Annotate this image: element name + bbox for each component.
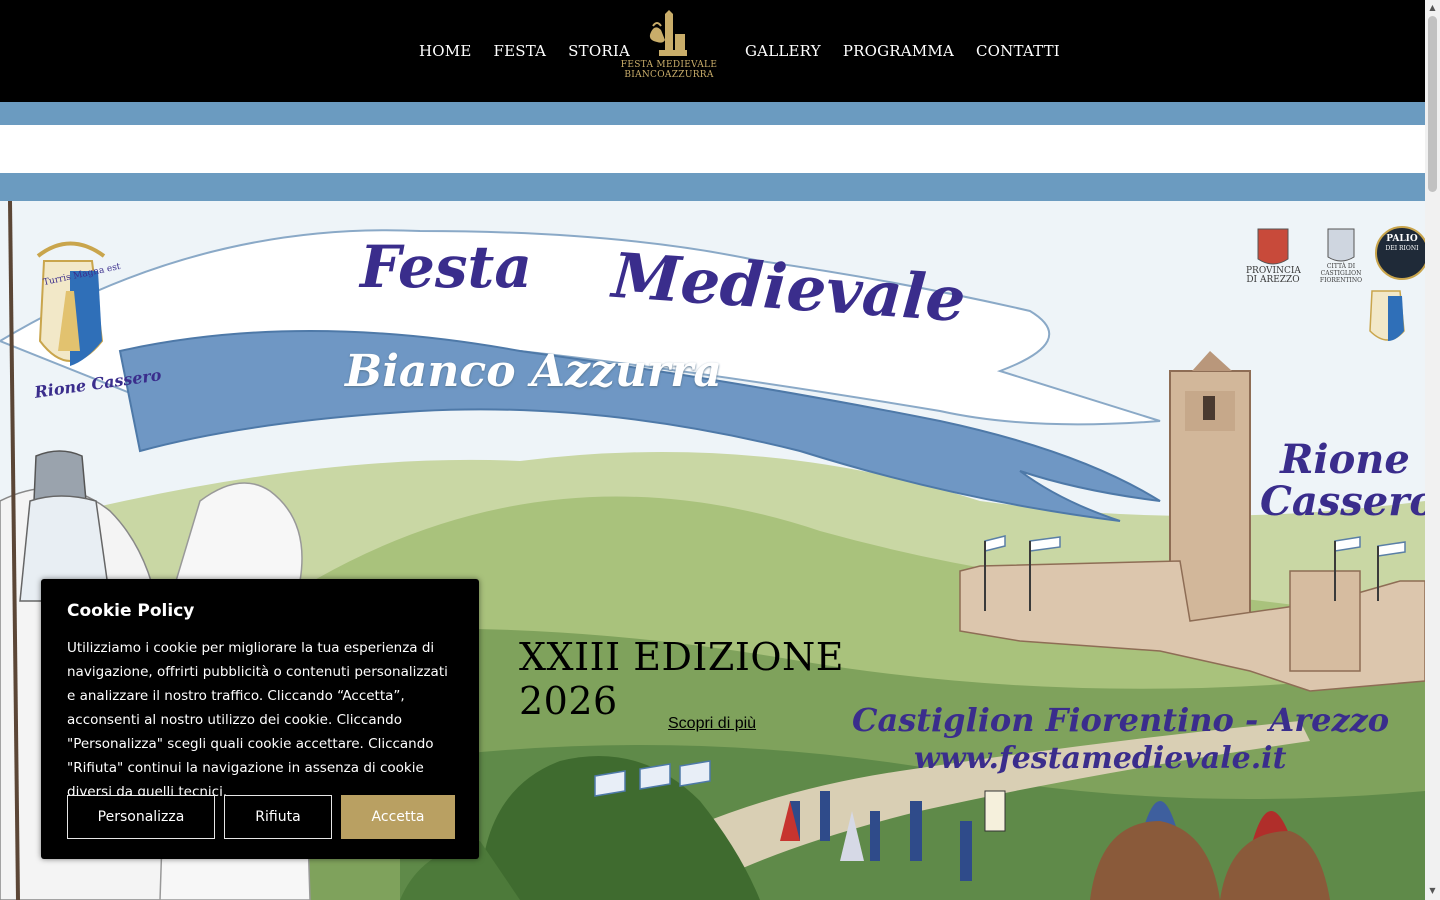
site-logo[interactable]: FESTA MEDIEVALE BIANCOAZZURRA — [619, 10, 719, 94]
accept-button[interactable]: Accetta — [341, 795, 455, 839]
cookie-title: Cookie Policy — [67, 601, 195, 621]
provincia-logo-text: PROVINCIA DI AREZZO — [1246, 266, 1301, 285]
nav-programma[interactable]: PROGRAMMA — [832, 42, 965, 60]
white-band — [0, 125, 1425, 173]
scrollbar-thumb[interactable] — [1428, 16, 1437, 192]
hero-title-festa: Festa — [360, 233, 532, 301]
site-header: HOME FESTA STORIA FESTA MEDIEVALE BIANCO… — [0, 0, 1425, 102]
mid-stripe — [0, 173, 1425, 201]
top-stripe — [0, 102, 1425, 125]
edition-heading: XXIII EDIZIONE 2026 — [519, 635, 844, 723]
nav-home[interactable]: HOME — [408, 42, 483, 60]
page-scrollbar[interactable]: ▲ ▼ — [1425, 0, 1440, 900]
citta-logo-text: CITTÀ DI CASTIGLION FIORENTINO — [1319, 263, 1363, 284]
website-text: www.festamedievale.it — [914, 741, 1287, 776]
tower-logo-icon — [649, 10, 687, 56]
hero-subtitle: Bianco Azzurra — [345, 346, 722, 397]
cookie-banner: Cookie Policy Utilizziamo i cookie per m… — [41, 579, 479, 859]
rione-title: Rione Cassero — [1260, 436, 1425, 525]
reject-button[interactable]: Rifiuta — [224, 795, 332, 839]
nav-contatti[interactable]: CONTATTI — [965, 42, 1071, 60]
customize-button[interactable]: Personalizza — [67, 795, 215, 839]
cookie-text: Utilizziamo i cookie per migliorare la t… — [67, 640, 448, 800]
cookie-buttons: Personalizza Rifiuta Accetta — [67, 795, 455, 839]
scroll-down-icon[interactable]: ▼ — [1428, 886, 1437, 896]
palio-logo-text: PALIO DEI RIONI — [1385, 234, 1419, 253]
location-text: Castiglion Fiorentino - Arezzo — [852, 701, 1390, 739]
scroll-up-icon[interactable]: ▲ — [1428, 3, 1437, 13]
learn-more-link[interactable]: Scopri di più — [668, 715, 756, 733]
main-nav-right: GALLERY PROGRAMMA CONTATTI — [734, 0, 1071, 102]
logo-text: FESTA MEDIEVALE BIANCOAZZURRA — [620, 60, 718, 80]
nav-gallery[interactable]: GALLERY — [734, 42, 832, 60]
main-nav-left: HOME FESTA STORIA — [408, 0, 641, 102]
nav-festa[interactable]: FESTA — [483, 42, 558, 60]
